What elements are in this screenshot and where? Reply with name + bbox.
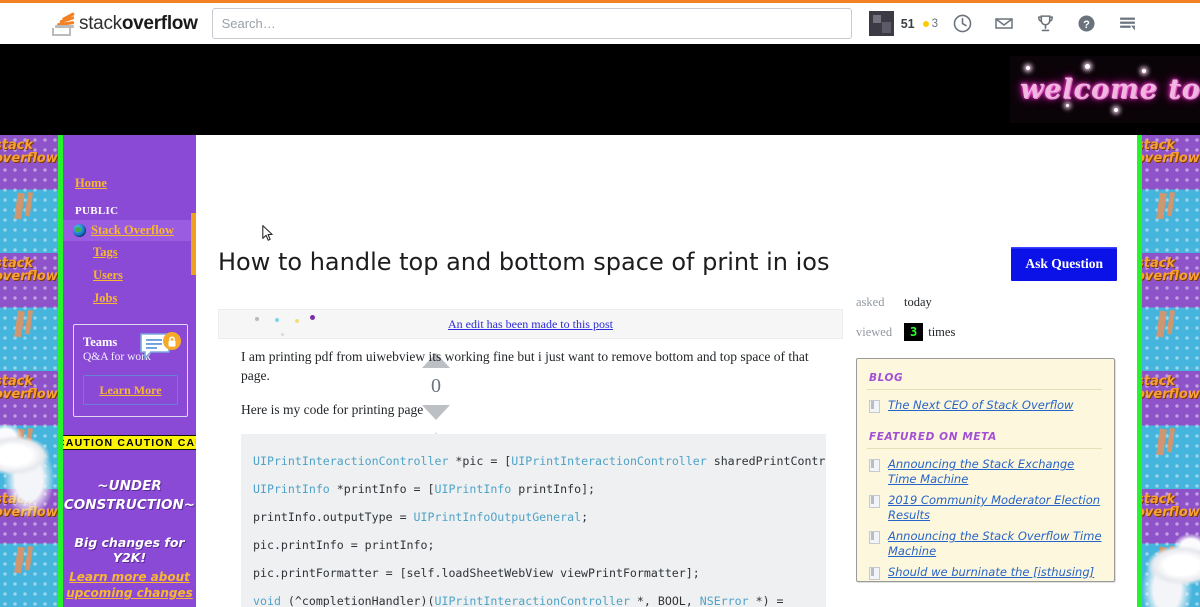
sidebar-item-stack-overflow-label: Stack Overflow — [91, 223, 174, 237]
search-input[interactable] — [211, 8, 852, 39]
review-history-button[interactable] — [942, 2, 983, 46]
achievements-button[interactable] — [1025, 2, 1066, 46]
question-sidebar: asked today viewed 3 times BLOG The Next… — [856, 295, 1128, 582]
meta-link[interactable]: Announcing the Stack Overflow Time Machi… — [888, 529, 1102, 559]
list-item[interactable]: Announcing the Stack Overflow Time Machi… — [867, 526, 1102, 562]
article-icon — [869, 531, 880, 544]
stack-overflow-logo[interactable]: stackoverflow — [52, 11, 198, 36]
nav-right-group: 51 3 ? — [868, 2, 1148, 46]
site-switcher-button[interactable] — [1107, 2, 1148, 46]
logo-wordmark: stackoverflow — [79, 13, 198, 35]
svg-text:?: ? — [1083, 19, 1090, 31]
teams-learn-more-label: Learn More — [99, 383, 162, 397]
black-banner-strip: welcome to — [0, 44, 1200, 135]
question-body: I am printing pdf from uiwebview its wor… — [241, 347, 826, 607]
teams-lock-bubble-icon — [140, 332, 181, 360]
question-paragraph-2: Here is my code for printing page — [241, 402, 424, 417]
asked-value: today — [904, 295, 932, 309]
post-edit-notice: An edit has been made to this post — [218, 309, 843, 339]
logo-text-bold: overflow — [121, 12, 198, 34]
help-icon: ? — [1078, 15, 1095, 32]
list-item[interactable]: Announcing the Stack Exchange Time Machi… — [867, 454, 1102, 490]
meta-link[interactable]: 2019 Community Moderator Election Result… — [888, 493, 1102, 523]
sidebar-item-home[interactable]: Home — [63, 172, 196, 195]
bird-decoration-image — [0, 405, 58, 525]
blog-and-meta-widget: BLOG The Next CEO of Stack Overflow FEAT… — [856, 358, 1115, 582]
reputation-count: 51 — [900, 16, 915, 31]
asked-stat-row: asked today — [856, 295, 1128, 310]
article-icon — [869, 567, 880, 580]
list-item[interactable]: 2019 Community Moderator Election Result… — [867, 490, 1102, 526]
sidebar-section-public: PUBLIC — [75, 205, 119, 217]
ask-question-button[interactable]: Ask Question — [1011, 247, 1117, 281]
under-construction-text: ~UNDER CONSTRUCTION~ — [63, 478, 196, 513]
sidebar-item-tags[interactable]: Tags — [63, 241, 196, 264]
y2k-changes-link[interactable]: Learn more about upcoming changes — [63, 569, 196, 601]
post-edit-notice-link[interactable]: An edit has been made to this post — [448, 317, 613, 332]
gold-badge-dot-icon — [922, 20, 929, 27]
article-icon — [869, 400, 880, 413]
bird-decoration-image-right — [1136, 515, 1200, 607]
viewed-label: viewed — [856, 324, 893, 339]
avatar[interactable] — [868, 11, 894, 36]
main-content-area: How to handle top and bottom space of pr… — [196, 135, 1137, 607]
viewed-suffix: times — [928, 324, 956, 339]
teams-promo-box: Teams Q&A for work Learn More — [73, 324, 188, 417]
clock-icon — [953, 14, 972, 33]
meta-link[interactable]: Announcing the Stack Exchange Time Machi… — [888, 457, 1102, 487]
sidebar-item-stack-overflow[interactable]: Stack Overflow — [63, 220, 196, 241]
inbox-button[interactable] — [983, 2, 1025, 46]
asked-label: asked — [856, 295, 885, 309]
green-divider-right — [1137, 135, 1142, 607]
welcome-banner: welcome to — [1010, 56, 1200, 123]
view-hit-counter: 3 — [904, 323, 924, 341]
welcome-banner-text: welcome to — [1020, 74, 1200, 105]
logo-text-light: stack — [79, 12, 122, 34]
sidebar-item-jobs[interactable]: Jobs — [63, 287, 196, 310]
teams-learn-more-button[interactable]: Learn More — [83, 375, 178, 405]
article-icon — [869, 495, 880, 508]
list-item[interactable]: Should we burninate the [isthusing] — [867, 562, 1102, 581]
viewed-stat-row: viewed 3 times — [856, 323, 1128, 341]
top-navigation-bar: stackoverflow 51 3 — [0, 0, 1200, 44]
blog-link[interactable]: The Next CEO of Stack Overflow — [888, 398, 1073, 413]
gold-badge-number: 3 — [931, 17, 938, 30]
stack-overflow-logo-icon — [52, 11, 75, 36]
tiled-background-left: stackoverflow stackoverflow stackoverflo… — [0, 135, 58, 607]
sidebar-item-users[interactable]: Users — [63, 264, 196, 287]
globe-icon — [73, 224, 86, 237]
meta-link[interactable]: Should we burninate the [isthusing] — [888, 565, 1094, 580]
page-title: How to handle top and bottom space of pr… — [218, 248, 830, 276]
article-icon — [869, 459, 880, 472]
code-block: UIPrintInteractionController *pic = [UIP… — [241, 434, 826, 607]
caution-tape-banner: CAUTION CAUTION CAUTION CAUTION — [63, 435, 196, 450]
site-switcher-icon — [1120, 17, 1135, 31]
y2k-announcement-text: Big changes for Y2K! — [74, 535, 185, 565]
left-sidebar: Home PUBLIC Stack Overflow Tags Users Jo… — [63, 135, 196, 607]
inbox-icon — [995, 18, 1013, 29]
meta-section-header: FEATURED ON META — [867, 427, 1102, 449]
user-profile-link[interactable]: 51 3 — [868, 11, 942, 36]
blog-section-header: BLOG — [867, 368, 1102, 390]
mouse-cursor — [262, 225, 273, 241]
page-body-wrapper: stackoverflow stackoverflow stackoverflo… — [0, 135, 1200, 607]
caution-tape-text: CAUTION CAUTION CAUTION CAUTION — [63, 436, 196, 449]
question-header: How to handle top and bottom space of pr… — [218, 247, 1117, 281]
trophy-icon — [1038, 15, 1053, 32]
help-button[interactable]: ? — [1066, 2, 1107, 46]
question-paragraph-1: I am printing pdf from uiwebview its wor… — [241, 349, 809, 383]
gold-badge-count[interactable]: 3 — [922, 17, 938, 30]
list-item[interactable]: The Next CEO of Stack Overflow — [867, 395, 1102, 416]
